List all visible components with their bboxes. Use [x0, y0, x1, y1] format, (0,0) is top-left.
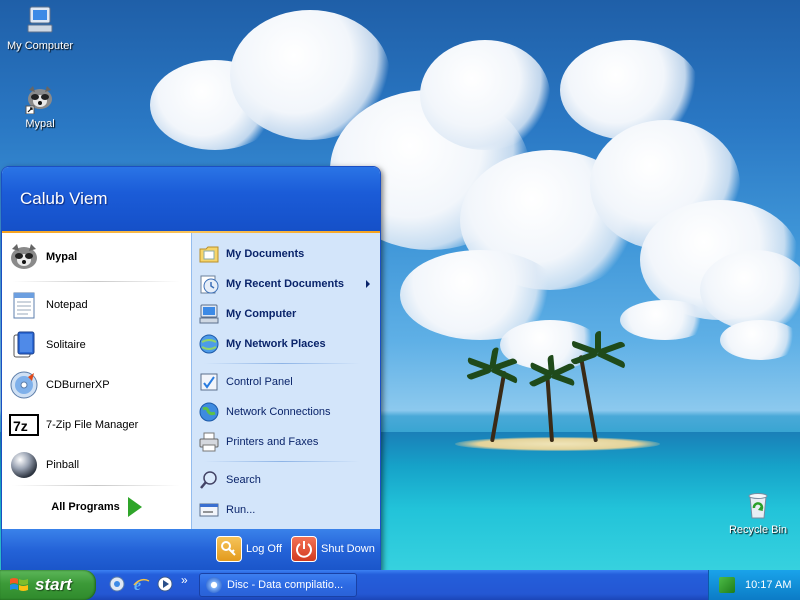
desktop-icon-recycle-bin[interactable]: Recycle Bin: [718, 488, 798, 536]
7zip-icon: 7z: [8, 409, 40, 441]
tray-app-icon[interactable]: [719, 577, 735, 593]
menu-item-label: Search: [226, 474, 261, 486]
place-my-recent-documents[interactable]: My Recent Documents: [198, 271, 376, 297]
cd-icon: [206, 577, 222, 593]
separator: [12, 281, 180, 282]
solitaire-icon: [8, 329, 40, 361]
power-icon: [291, 536, 317, 562]
printer-icon: [198, 431, 220, 453]
desktop-icon-label: Recycle Bin: [728, 524, 788, 536]
menu-item-label: My Documents: [226, 248, 305, 260]
desktop-icon-mypal[interactable]: Mypal: [0, 82, 80, 130]
start-menu-header: Calub Viem: [2, 167, 380, 231]
start-label: start: [35, 575, 72, 594]
menu-item-label: Solitaire: [46, 339, 86, 351]
log-off-label: Log Off: [246, 543, 282, 555]
place-my-computer[interactable]: My Computer: [198, 301, 376, 327]
setting-network-connections[interactable]: Network Connections: [198, 399, 376, 425]
recent-item-solitaire[interactable]: Solitaire: [8, 327, 188, 363]
network-icon: [198, 333, 220, 355]
submenu-arrow-icon: [366, 280, 370, 288]
setting-control-panel[interactable]: Control Panel: [198, 369, 376, 395]
menu-item-label: Printers and Faxes: [226, 436, 319, 448]
desktop-icon-label: Mypal: [25, 118, 55, 130]
cd-icon: [8, 369, 40, 401]
all-programs-label: All Programs: [51, 501, 120, 513]
windows-media-icon[interactable]: [108, 575, 126, 593]
island: [455, 437, 660, 451]
windows-logo-icon: [9, 576, 29, 594]
cloud: [620, 300, 710, 340]
folder-icon: [198, 243, 220, 265]
system-tray: 10:17 AM: [708, 570, 800, 600]
control-panel-icon: [198, 371, 220, 393]
separator: [12, 485, 180, 486]
key-icon: [216, 536, 242, 562]
recent-item-notepad[interactable]: Notepad: [8, 287, 188, 323]
desktop-icon-label: My Computer: [6, 40, 74, 52]
place-my-network-places[interactable]: My Network Places: [198, 331, 376, 357]
separator: [204, 363, 360, 364]
computer-icon: [198, 303, 220, 325]
cloud: [420, 40, 550, 150]
tool-run[interactable]: Run...: [198, 497, 376, 523]
recycle-bin-icon: [742, 488, 774, 520]
recent-item-cdburnerxp[interactable]: CDBurnerXP: [8, 367, 188, 403]
programs-pane: Mypal Notepad Solitaire CDBurnerXP 7z 7-…: [2, 233, 191, 529]
menu-item-label: Run...: [226, 504, 256, 516]
start-menu-footer: Log Off Shut Down: [2, 529, 380, 571]
user-name: Calub Viem: [20, 189, 108, 208]
recent-item-7zip[interactable]: 7z 7-Zip File Manager: [8, 407, 188, 443]
desktop-icon-my-computer[interactable]: My Computer: [0, 4, 80, 52]
separator: [204, 461, 360, 462]
raccoon-icon: [8, 241, 40, 273]
pinned-item-mypal[interactable]: Mypal: [8, 239, 188, 275]
menu-item-label: Notepad: [46, 299, 88, 311]
internet-explorer-icon[interactable]: e: [132, 575, 150, 594]
places-pane: My Documents My Recent Documents My Comp…: [191, 233, 380, 529]
all-programs-button[interactable]: All Programs: [2, 489, 191, 525]
pinball-icon: [8, 449, 40, 481]
recent-item-pinball[interactable]: Pinball: [8, 447, 188, 483]
cloud: [700, 250, 800, 330]
menu-item-label: Mypal: [46, 251, 78, 263]
globe-icon: [198, 401, 220, 423]
quick-launch-chevron[interactable]: »: [181, 573, 188, 587]
place-my-documents[interactable]: My Documents: [198, 241, 376, 267]
media-player-icon[interactable]: [156, 575, 174, 593]
taskbar-button-label: Disc - Data compilatio...: [227, 579, 344, 591]
menu-item-label: My Network Places: [226, 338, 326, 350]
computer-icon: [24, 4, 56, 36]
taskbar: start e » Disc - Data compilatio... 10:1…: [0, 570, 800, 600]
arrow-right-icon: [127, 497, 142, 517]
cloud: [720, 320, 800, 360]
menu-item-label: Control Panel: [226, 376, 293, 388]
menu-item-label: Pinball: [46, 459, 80, 471]
setting-printers-faxes[interactable]: Printers and Faxes: [198, 429, 376, 455]
taskbar-button-disc[interactable]: Disc - Data compilatio...: [199, 573, 357, 597]
menu-item-label: CDBurnerXP: [46, 379, 110, 391]
notepad-icon: [8, 289, 40, 321]
run-icon: [198, 499, 220, 521]
shut-down-button[interactable]: Shut Down: [291, 536, 375, 562]
start-menu: Calub Viem Mypal Notepad Solitaire CDBur…: [1, 166, 381, 572]
recent-documents-icon: [198, 273, 220, 295]
svg-text:7z: 7z: [13, 418, 28, 434]
raccoon-icon: [24, 82, 56, 115]
search-icon: [198, 469, 220, 491]
log-off-button[interactable]: Log Off: [216, 536, 282, 562]
menu-item-label: My Recent Documents: [226, 278, 344, 290]
tool-search[interactable]: Search: [198, 467, 376, 493]
start-menu-body: Mypal Notepad Solitaire CDBurnerXP 7z 7-…: [2, 233, 380, 529]
menu-item-label: My Computer: [226, 308, 297, 320]
svg-text:e: e: [134, 577, 141, 593]
start-button[interactable]: start: [0, 570, 96, 600]
menu-item-label: Network Connections: [226, 406, 331, 418]
clock[interactable]: 10:17 AM: [745, 579, 791, 591]
menu-item-label: 7-Zip File Manager: [46, 419, 139, 431]
shut-down-label: Shut Down: [321, 543, 375, 555]
